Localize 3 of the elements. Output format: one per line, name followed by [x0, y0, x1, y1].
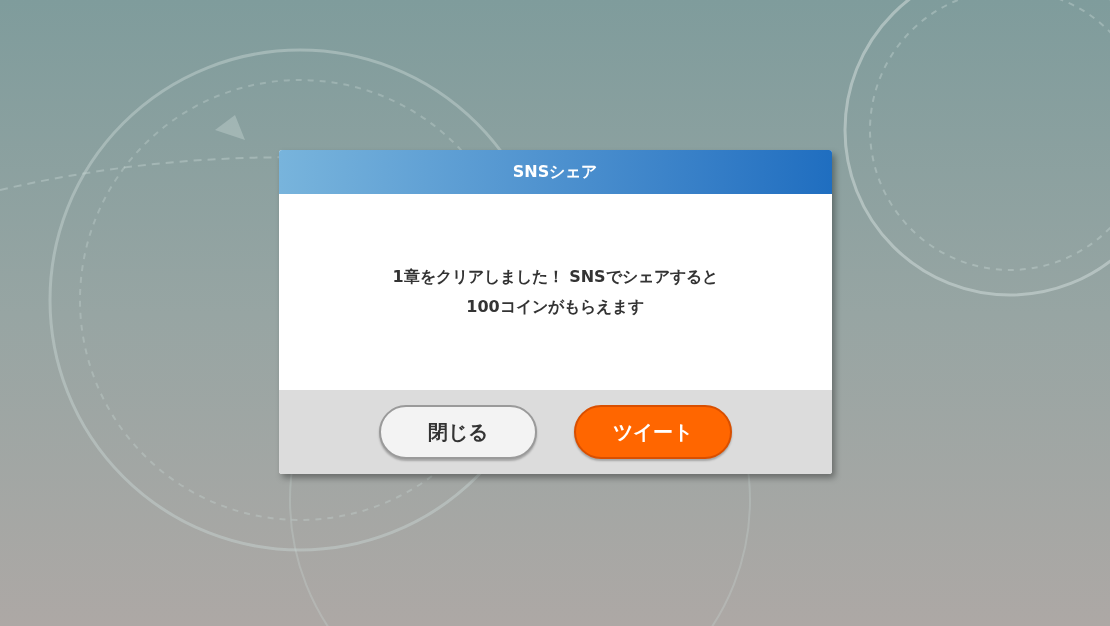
close-button[interactable]: 閉じる	[378, 405, 537, 459]
dialog-message: 1章をクリアしました！ SNSでシェアすると 100コインがもらえます	[392, 266, 718, 318]
dialog-title: SNSシェア	[512, 161, 598, 183]
